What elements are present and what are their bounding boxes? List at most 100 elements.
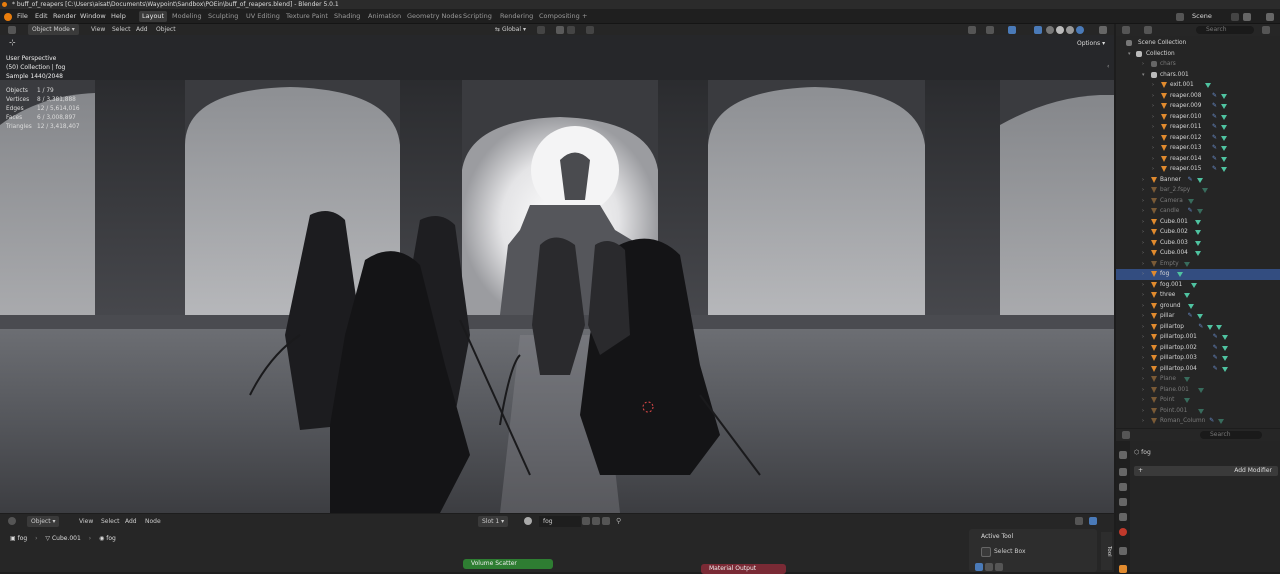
expand-arrow-icon[interactable]: › — [1142, 301, 1144, 312]
modifier-icon[interactable]: ✎ — [1213, 365, 1219, 372]
tab-geometry-nodes[interactable]: Geometry Nodes — [404, 11, 465, 22]
transform-orientation[interactable]: ⇆ Global ▾ — [495, 24, 526, 35]
outliner-item-bar-2-fspy[interactable]: › bar_2.fspy — [1116, 185, 1280, 196]
rendered-shading-icon[interactable] — [1076, 26, 1084, 34]
fake-user-icon[interactable] — [582, 517, 590, 525]
overlay-icon[interactable] — [1008, 26, 1016, 34]
pause-render-icon[interactable] — [1099, 26, 1107, 34]
material-output-node[interactable]: Material Output — [701, 564, 786, 574]
tab-animation[interactable]: Animation — [365, 11, 404, 22]
snap-nodes-icon[interactable] — [1075, 517, 1083, 525]
proportional-edit-icon[interactable] — [586, 26, 594, 34]
mesh-data-icon[interactable] — [1221, 146, 1227, 151]
modifier-icon[interactable]: ✎ — [1212, 134, 1218, 141]
expand-arrow-icon[interactable]: › — [1142, 196, 1144, 207]
tab-modeling[interactable]: Modeling — [169, 11, 205, 22]
outliner-item-point[interactable]: › Point — [1116, 395, 1280, 406]
expand-arrow-icon[interactable]: › — [1142, 280, 1144, 291]
new-scene-icon[interactable] — [1231, 13, 1239, 21]
mesh-data-icon[interactable] — [1198, 387, 1205, 393]
outliner-item-reaper-011[interactable]: › reaper.011 ✎ — [1116, 122, 1280, 133]
expand-arrow-icon[interactable]: › — [1152, 133, 1154, 144]
tab-shading[interactable]: Shading — [331, 11, 363, 22]
wireframe-shading-icon[interactable] — [1046, 26, 1054, 34]
expand-arrow-icon[interactable]: › — [1142, 185, 1144, 196]
expand-arrow-icon[interactable]: › — [1142, 290, 1144, 301]
outliner-item-pillartop-003[interactable]: › pillartop.003 ✎ — [1116, 353, 1280, 364]
mesh-data-icon[interactable] — [1191, 282, 1198, 288]
outliner-item-chars[interactable]: › chars — [1116, 59, 1280, 70]
mesh-data-icon[interactable] — [1204, 83, 1211, 88]
render-tab-icon[interactable] — [1119, 468, 1127, 476]
mesh-data-icon[interactable] — [1221, 167, 1227, 172]
expand-arrow-icon[interactable]: › — [1152, 154, 1154, 165]
mesh-data-icon[interactable] — [1216, 324, 1223, 330]
3d-viewport[interactable]: ⊹ User Perspective (50) Collection | fog… — [0, 35, 1114, 513]
pivot-icon[interactable] — [537, 26, 545, 34]
outliner-item-three[interactable]: › three — [1116, 290, 1280, 301]
expand-arrow-icon[interactable]: › — [1152, 91, 1154, 102]
expand-arrow-icon[interactable]: › — [1142, 395, 1144, 406]
material-name-field[interactable]: fog — [539, 516, 581, 527]
expand-arrow-icon[interactable]: › — [1142, 227, 1144, 238]
expand-arrow-icon[interactable]: › — [1142, 217, 1144, 228]
expand-arrow-icon[interactable]: › — [1152, 80, 1154, 91]
scene-name[interactable]: Scene — [1192, 9, 1212, 24]
expand-arrow-icon[interactable]: › — [1142, 322, 1144, 333]
modifier-icon[interactable]: ✎ — [1213, 344, 1219, 351]
menu-render[interactable]: Render — [53, 9, 76, 24]
outliner-item-reaper-013[interactable]: › reaper.013 ✎ — [1116, 143, 1280, 154]
expand-arrow-icon[interactable]: ▾ — [1142, 70, 1145, 81]
tab-rendering[interactable]: Rendering — [497, 11, 536, 22]
mesh-data-icon[interactable] — [1184, 377, 1190, 382]
tool-select-icon[interactable]: ⊹ — [9, 39, 17, 47]
tab-sculpting[interactable]: Sculpting — [205, 11, 241, 22]
mesh-data-icon[interactable] — [1194, 219, 1201, 225]
filter-icon[interactable] — [1262, 26, 1270, 34]
outliner-item-empty[interactable]: › Empty — [1116, 259, 1280, 270]
solid-shading-icon[interactable] — [1056, 26, 1064, 34]
outliner-item-pillartop-002[interactable]: › pillartop.002 ✎ — [1116, 343, 1280, 354]
outliner-item-ground[interactable]: › ground — [1116, 301, 1280, 312]
unlink-material-icon[interactable] — [602, 517, 610, 525]
menu-edit[interactable]: Edit — [35, 9, 48, 24]
mesh-data-icon[interactable] — [1187, 198, 1194, 204]
shader-editor-type-icon[interactable] — [8, 517, 16, 525]
overlay-nodes-icon[interactable] — [1089, 517, 1097, 525]
outliner-item-plane-001[interactable]: › Plane.001 — [1116, 385, 1280, 396]
outliner-scene-collection[interactable]: Scene Collection — [1116, 38, 1280, 49]
sidebar-toggle-icon[interactable]: ‹ — [1107, 63, 1109, 70]
mesh-data-icon[interactable] — [1196, 209, 1203, 214]
shader-type-select[interactable]: Object ▾ — [27, 516, 60, 527]
mesh-data-icon[interactable] — [1221, 93, 1227, 99]
tab-tool[interactable]: Tool — [1101, 532, 1112, 570]
mesh-data-icon[interactable] — [1218, 419, 1225, 424]
view-layer-icon[interactable] — [1243, 13, 1251, 21]
outliner-item-pillartop-001[interactable]: › pillartop.001 ✎ — [1116, 332, 1280, 343]
modifier-icon[interactable]: ✎ — [1212, 92, 1218, 99]
visibility-icon[interactable] — [968, 26, 976, 34]
mesh-data-icon[interactable] — [1194, 240, 1201, 246]
outliner-search-input[interactable]: Search — [1196, 26, 1254, 34]
outliner-item-fog[interactable]: › fog — [1116, 269, 1280, 280]
modifier-icon[interactable]: ✎ — [1188, 176, 1194, 183]
add-workspace-icon[interactable]: + — [582, 9, 587, 24]
xray-icon[interactable] — [1034, 26, 1042, 34]
outliner-item-cube-001[interactable]: › Cube.001 — [1116, 217, 1280, 228]
mesh-data-icon[interactable] — [1221, 156, 1227, 162]
pin-icon[interactable]: ⚲ — [616, 517, 624, 525]
mesh-data-icon[interactable] — [1194, 251, 1201, 256]
mesh-data-icon[interactable] — [1221, 125, 1227, 130]
mesh-data-icon[interactable] — [1221, 356, 1228, 361]
select-box-label[interactable]: Select Box — [994, 546, 1026, 557]
volume-scatter-node[interactable]: Volume Scatter — [463, 559, 553, 569]
mode-subtract-icon[interactable] — [995, 563, 1003, 571]
gizmo-icon[interactable] — [986, 26, 994, 34]
scene-icon[interactable] — [1176, 13, 1184, 21]
menu-help[interactable]: Help — [111, 9, 126, 24]
menu-file[interactable]: File — [17, 9, 28, 24]
object-name-field[interactable]: ⬡ fog — [1134, 447, 1151, 458]
snap-icon[interactable] — [556, 26, 564, 34]
modifier-icon[interactable]: ✎ — [1212, 155, 1218, 162]
outliner-item-exit-001[interactable]: › exit.001 — [1116, 80, 1280, 91]
